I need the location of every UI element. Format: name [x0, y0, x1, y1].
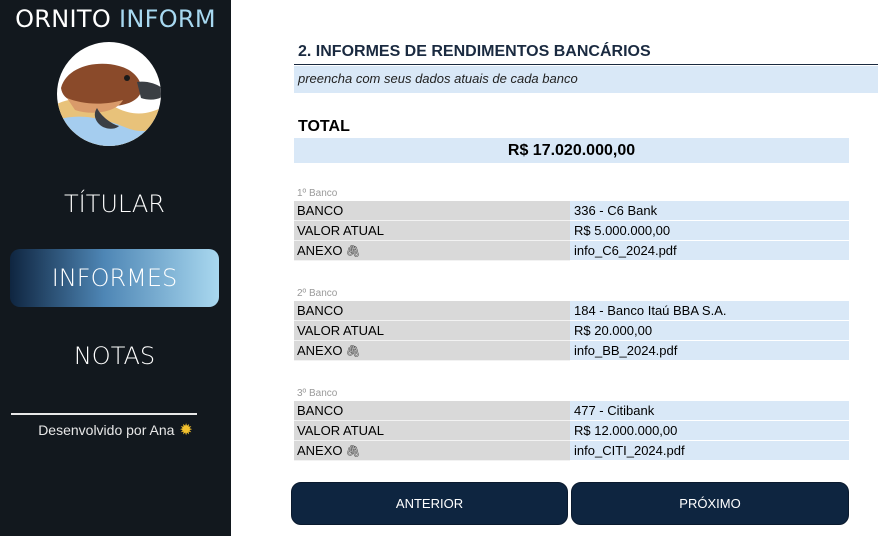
- bank-caption: 3º Banco: [297, 388, 338, 399]
- bank-caption: 2º Banco: [297, 288, 338, 299]
- bank-row-anexo: ANEXO 🖇 info_CITI_2024.pdf: [294, 441, 849, 461]
- bank-row-anexo: ANEXO 🖇 info_BB_2024.pdf: [294, 341, 849, 361]
- row-label: BANCO: [294, 301, 570, 321]
- row-label: VALOR ATUAL: [294, 321, 570, 341]
- total-value: R$ 17.020.000,00: [294, 138, 849, 163]
- paperclip-icon: 🖇: [345, 444, 361, 458]
- sidebar-divider: [11, 413, 197, 415]
- footer-credit: Desenvolvido por Ana ✹: [0, 420, 231, 440]
- anexo-label: ANEXO: [297, 443, 343, 458]
- row-label: BANCO: [294, 401, 570, 421]
- paperclip-icon: 🖇: [345, 244, 361, 258]
- row-label: VALOR ATUAL: [294, 221, 570, 241]
- nav-item-titular[interactable]: TÍTULAR: [10, 175, 219, 233]
- row-label: ANEXO 🖇: [294, 241, 570, 261]
- row-label: BANCO: [294, 201, 570, 221]
- bank-name-field[interactable]: 336 - C6 Bank: [570, 201, 849, 221]
- brand-word-inform: INFORM: [118, 5, 216, 33]
- total-label: TOTAL: [298, 118, 350, 135]
- bank-row-valor: VALOR ATUAL R$ 5.000.000,00: [294, 221, 849, 241]
- nav-item-notas[interactable]: NOTAS: [10, 327, 219, 385]
- row-label: ANEXO 🖇: [294, 441, 570, 461]
- footer-text: Desenvolvido por Ana: [38, 422, 175, 438]
- app-brand: ORNITO INFORM: [0, 5, 231, 33]
- bank-block-2: 2º Banco BANCO 184 - Banco Itaú BBA S.A.…: [294, 287, 849, 361]
- bank-name-field[interactable]: 477 - Citibank: [570, 401, 849, 421]
- title-underline: [294, 64, 878, 65]
- bank-value-field[interactable]: R$ 5.000.000,00: [570, 221, 849, 241]
- platypus-icon: [57, 42, 161, 146]
- attachment-field[interactable]: info_CITI_2024.pdf: [570, 441, 849, 461]
- bank-block-1: 1º Banco BANCO 336 - C6 Bank VALOR ATUAL…: [294, 187, 849, 261]
- next-button[interactable]: PRÓXIMO: [571, 482, 849, 525]
- attachment-field[interactable]: info_C6_2024.pdf: [570, 241, 849, 261]
- bank-row-banco: BANCO 336 - C6 Bank: [294, 201, 849, 221]
- bank-caption: 1º Banco: [297, 188, 338, 199]
- bank-row-banco: BANCO 184 - Banco Itaú BBA S.A.: [294, 301, 849, 321]
- paperclip-icon: 🖇: [345, 344, 361, 358]
- bank-name-field[interactable]: 184 - Banco Itaú BBA S.A.: [570, 301, 849, 321]
- nav-item-informes[interactable]: INFORMES: [10, 249, 219, 307]
- section-subtitle: preencha com seus dados atuais de cada b…: [294, 66, 878, 93]
- bank-row-valor: VALOR ATUAL R$ 20.000,00: [294, 321, 849, 341]
- anexo-label: ANEXO: [297, 243, 343, 258]
- brand-word-ornito: ORNITO: [15, 5, 112, 33]
- sidebar: ORNITO INFORM TÍTULAR INFORMES NOTAS Des…: [0, 0, 231, 536]
- sun-icon: ✹: [179, 422, 193, 439]
- bank-value-field[interactable]: R$ 20.000,00: [570, 321, 849, 341]
- section-title: 2. INFORMES DE RENDIMENTOS BANCÁRIOS: [298, 43, 651, 60]
- bank-row-valor: VALOR ATUAL R$ 12.000.000,00: [294, 421, 849, 441]
- bank-row-banco: BANCO 477 - Citibank: [294, 401, 849, 421]
- bank-block-3: 3º Banco BANCO 477 - Citibank VALOR ATUA…: [294, 387, 849, 461]
- row-label: VALOR ATUAL: [294, 421, 570, 441]
- bank-value-field[interactable]: R$ 12.000.000,00: [570, 421, 849, 441]
- previous-button[interactable]: ANTERIOR: [291, 482, 568, 525]
- anexo-label: ANEXO: [297, 343, 343, 358]
- bank-row-anexo: ANEXO 🖇 info_C6_2024.pdf: [294, 241, 849, 261]
- row-label: ANEXO 🖇: [294, 341, 570, 361]
- attachment-field[interactable]: info_BB_2024.pdf: [570, 341, 849, 361]
